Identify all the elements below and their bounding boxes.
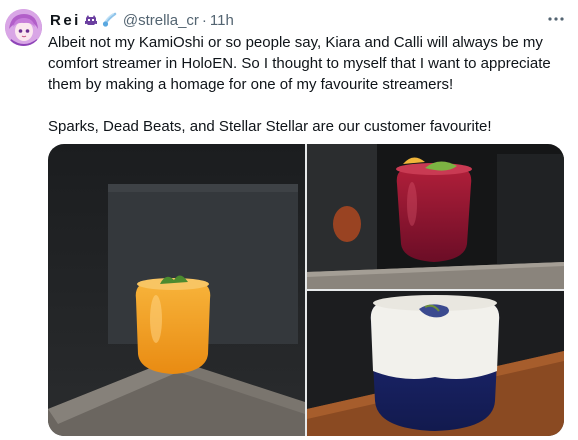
tweet-timestamp[interactable]: 11h <box>210 12 234 29</box>
author-handle[interactable]: @strella_cr <box>123 12 199 29</box>
media-photo-red-cocktail[interactable] <box>307 144 564 289</box>
avatar[interactable] <box>5 9 42 46</box>
alien-emoji-icon <box>83 12 99 28</box>
tweet-header: Rei @strella_cr · 11h <box>50 10 234 30</box>
more-options-button[interactable] <box>543 9 569 29</box>
tweet-media-grid <box>48 144 564 436</box>
tweet-text-paragraph-2: Sparks, Dead Beats, and Stellar Stellar … <box>48 118 492 135</box>
avatar-image <box>5 9 42 46</box>
comet-emoji-icon <box>101 12 117 28</box>
media-photo-orange-cocktail[interactable] <box>48 144 305 436</box>
tweet-text-paragraph-1: Albeit not my KamiOshi or so people say,… <box>48 34 551 93</box>
tweet-text: Albeit not my KamiOshi or so people say,… <box>48 32 568 137</box>
media-photo-blue-cocktail[interactable] <box>307 291 564 436</box>
ellipsis-icon <box>548 17 564 21</box>
header-separator: · <box>201 11 207 29</box>
author-display-name[interactable]: Rei <box>50 12 81 29</box>
